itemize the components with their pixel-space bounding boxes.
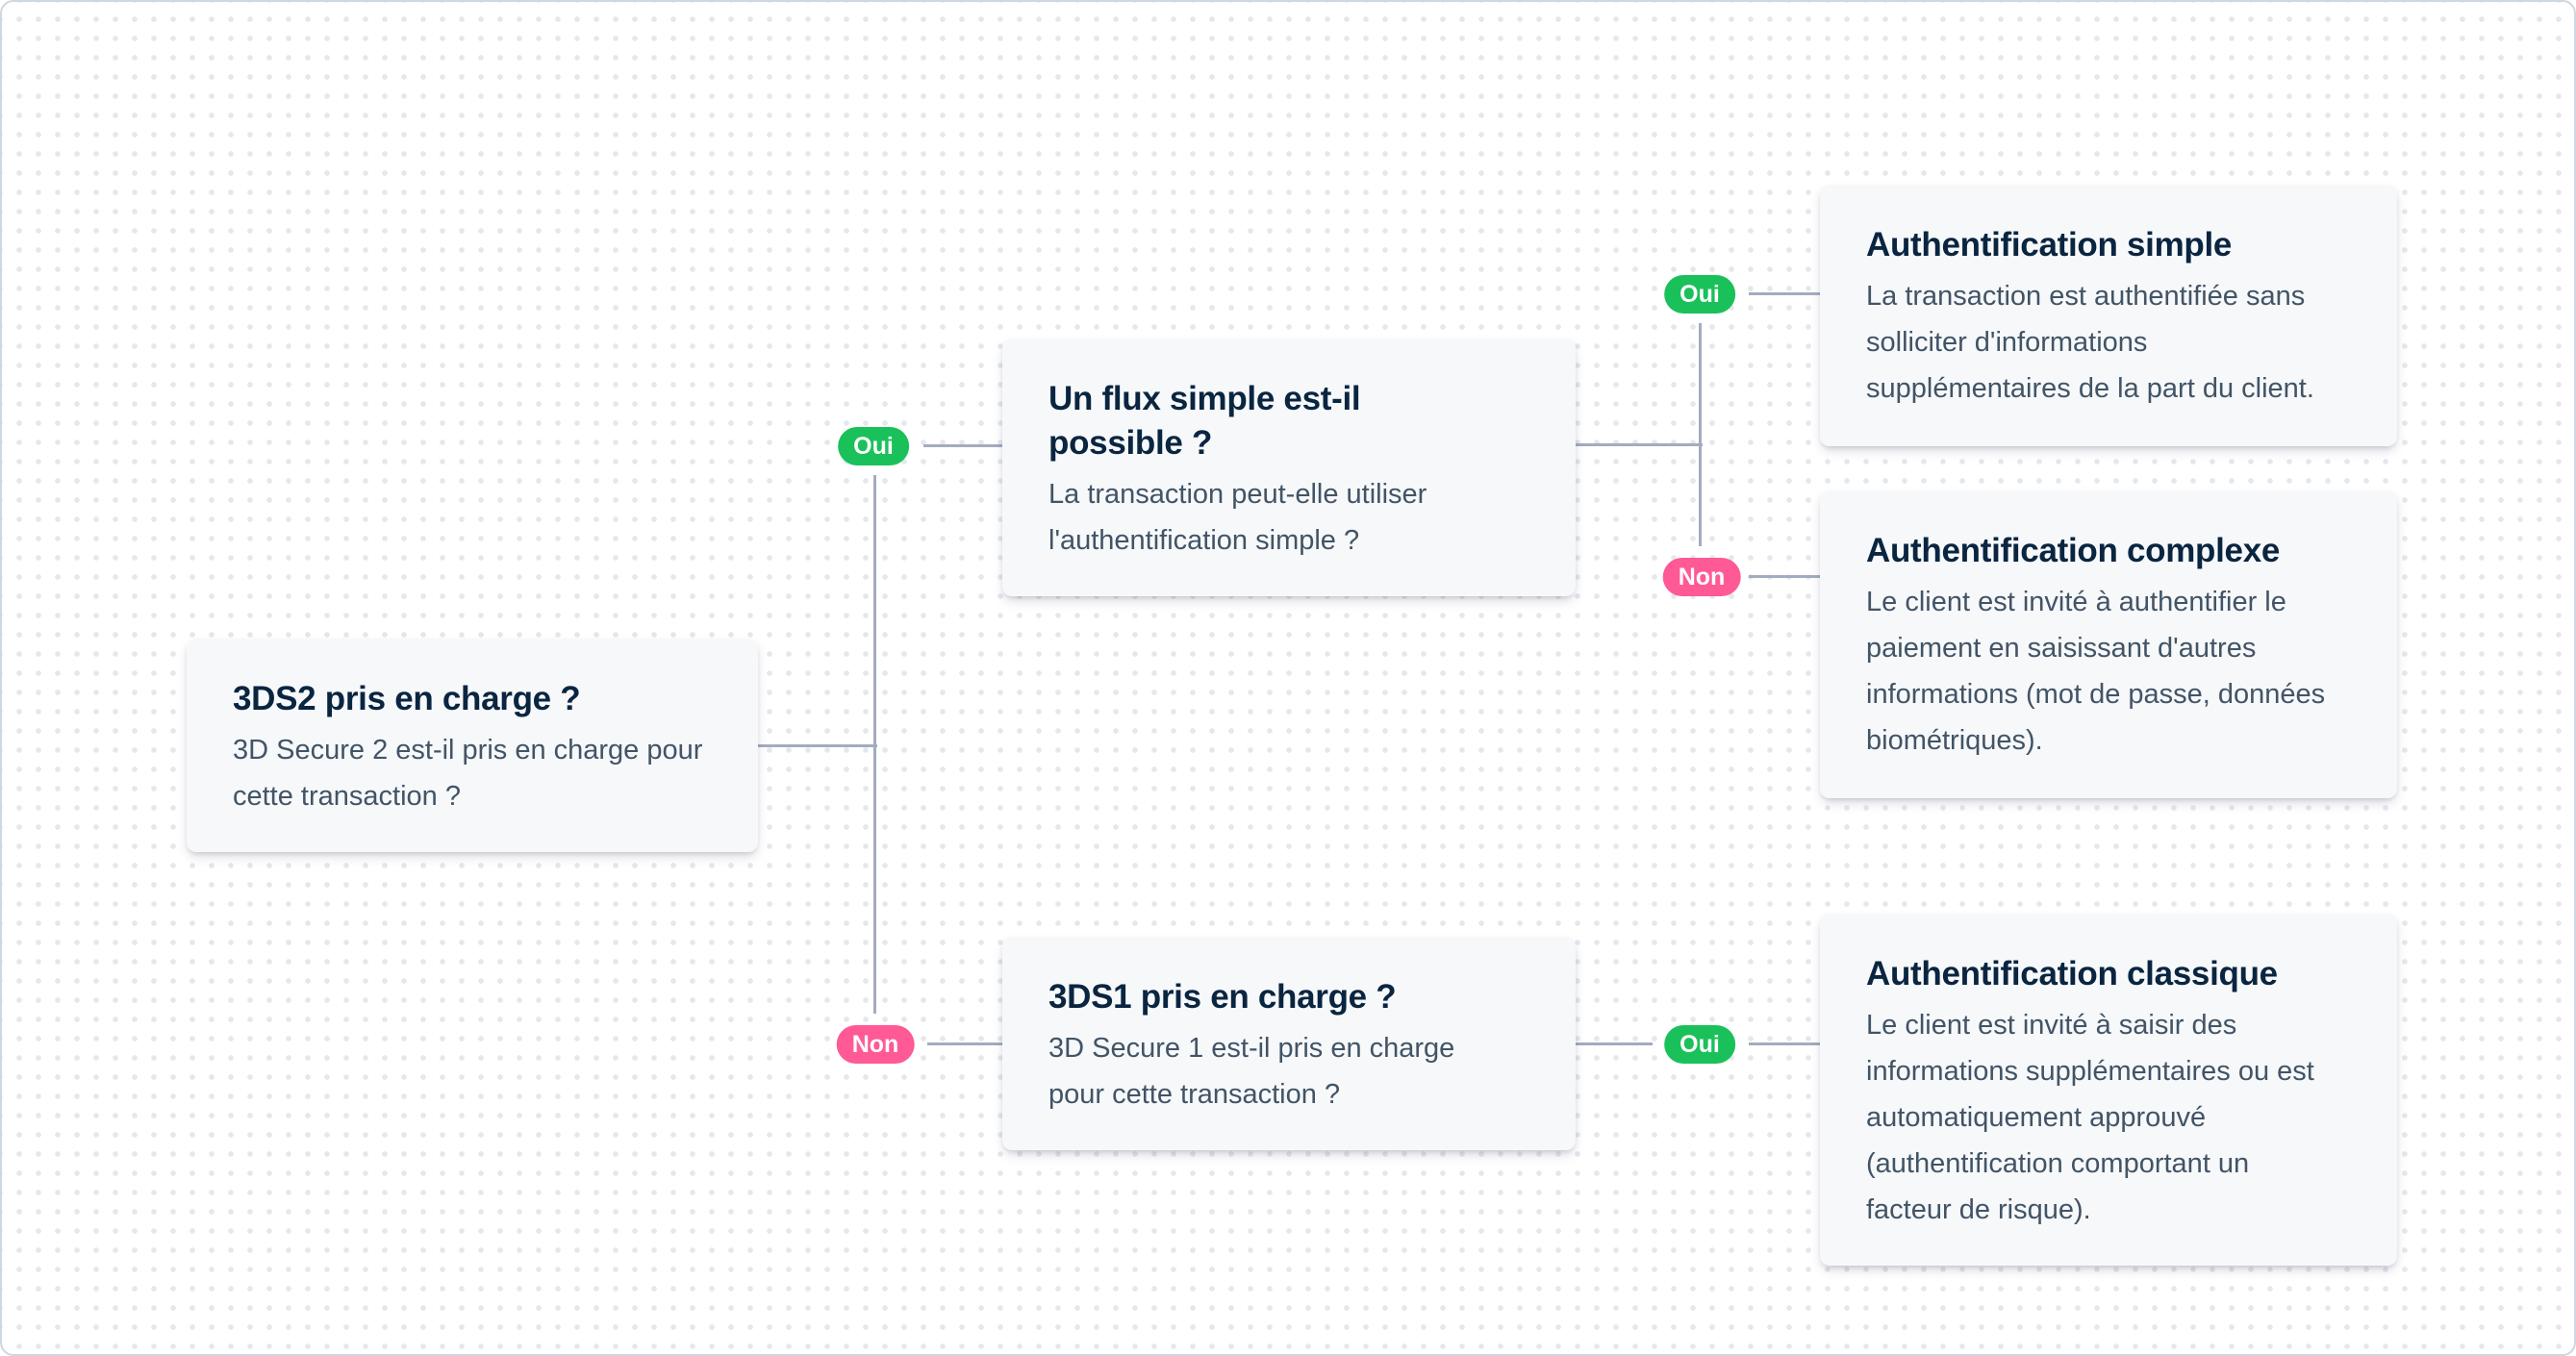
- node-description: Le client est invité à authentifier le p…: [1866, 587, 2326, 756]
- node-title: Authentification simple: [1866, 226, 2233, 264]
- edge-label-yes: Oui: [1664, 1025, 1735, 1064]
- connector-to-3ds1-check: [927, 1042, 1004, 1045]
- node-3ds1-check: 3DS1 pris en charge ? 3D Secure 1 est-il…: [1002, 937, 1576, 1150]
- connector-to-challenge: [1749, 575, 1822, 578]
- node-frictionless-auth: Authentification simple La transaction e…: [1820, 185, 2397, 446]
- node-start: 3DS2 pris en charge ? 3D Secure 2 est-il…: [187, 639, 758, 852]
- edge-label-yes: Oui: [838, 427, 909, 465]
- connector-to-frictionless-check: [923, 444, 1004, 447]
- node-title: Authentification complexe: [1866, 532, 2281, 569]
- edge-label-yes: Oui: [1664, 275, 1735, 314]
- edge-label-no: Non: [836, 1025, 915, 1064]
- flowchart-canvas: Oui Non Oui Non Oui 3DS2 pris en charge …: [0, 0, 2576, 1356]
- node-classic-auth: Authentification classique Le client est…: [1820, 914, 2397, 1266]
- connector-3ds1-out: [1576, 1042, 1653, 1045]
- node-title: Un flux simple est-il possible ?: [1048, 380, 1361, 462]
- connector-to-frictionless: [1749, 292, 1822, 295]
- node-description: La transaction peut-elle utiliser l'auth…: [1048, 479, 1427, 556]
- connector-start-vertical: [873, 475, 876, 1014]
- node-title: 3DS2 pris en charge ?: [233, 680, 581, 717]
- node-description: 3D Secure 2 est-il pris en charge pour c…: [233, 735, 703, 812]
- connector-frictionless-vertical: [1699, 323, 1702, 546]
- connector-to-classic: [1749, 1042, 1822, 1045]
- node-title: 3DS1 pris en charge ?: [1048, 978, 1397, 1016]
- node-description: Le client est invité à saisir des inform…: [1866, 1010, 2314, 1225]
- node-description: La transaction est authentifiée sans sol…: [1866, 281, 2314, 404]
- edge-label-no: Non: [1662, 558, 1741, 596]
- node-title: Authentification classique: [1866, 955, 2278, 992]
- node-description: 3D Secure 1 est-il pris en charge pour c…: [1048, 1033, 1455, 1110]
- node-challenge-auth: Authentification complexe Le client est …: [1820, 490, 2397, 798]
- node-frictionless-check: Un flux simple est-il possible ? La tran…: [1002, 339, 1576, 596]
- connector-frictionless-check-out: [1576, 443, 1703, 446]
- connector-start-out: [758, 744, 877, 747]
